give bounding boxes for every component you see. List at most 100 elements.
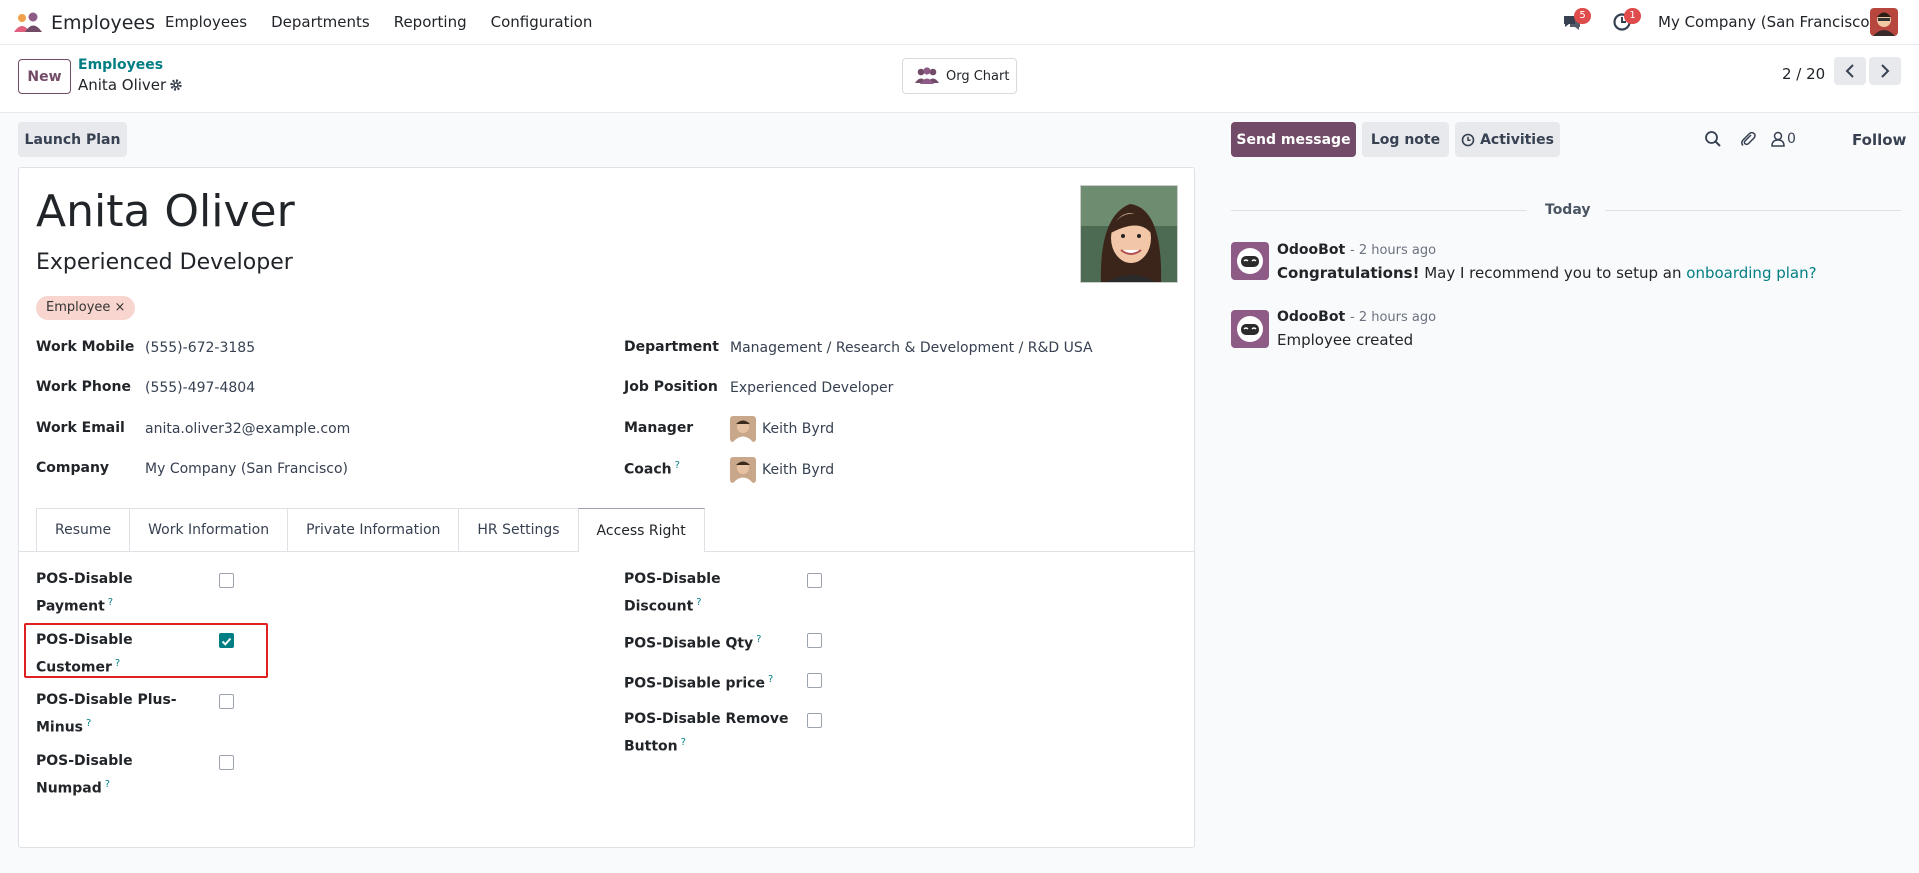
manager-avatar xyxy=(730,416,756,442)
work-phone-value[interactable]: (555)-497-4804 xyxy=(145,380,255,396)
help-icon[interactable]: ? xyxy=(105,779,110,790)
tab-work-information[interactable]: Work Information xyxy=(129,508,289,551)
activities-button[interactable]: Activities xyxy=(1455,122,1560,157)
help-icon[interactable]: ? xyxy=(86,718,91,729)
top-navbar: Employees Employees Departments Reportin… xyxy=(0,0,1919,45)
department-value[interactable]: Management / Research & Development / R&… xyxy=(730,340,1093,356)
message-body: Congratulations! May I recommend you to … xyxy=(1277,264,1817,282)
pos-disable-numpad-label: POS-Disable Numpad? xyxy=(36,753,133,797)
log-note-button[interactable]: Log note xyxy=(1362,122,1449,157)
follower-user-icon[interactable] xyxy=(1769,130,1787,148)
employee-tag[interactable]: Employee × xyxy=(36,296,136,320)
message-date: - 2 hours ago xyxy=(1350,243,1437,258)
people-icon xyxy=(915,67,939,84)
message-author[interactable]: OdooBot - 2 hours ago xyxy=(1277,242,1436,258)
tab-resume[interactable]: Resume xyxy=(36,508,131,551)
company-switcher[interactable]: My Company (San Francisco) xyxy=(1658,13,1875,31)
work-mobile-value[interactable]: (555)-672-3185 xyxy=(145,340,255,356)
onboarding-plan-link[interactable]: onboarding plan? xyxy=(1686,264,1816,282)
tab-private-information[interactable]: Private Information xyxy=(287,508,460,551)
breadcrumb-current: Anita Oliver xyxy=(78,76,167,94)
menu-departments[interactable]: Departments xyxy=(271,13,370,31)
tag-remove-icon[interactable]: × xyxy=(115,300,126,315)
job-position-label: Job Position xyxy=(624,379,718,395)
coach-value[interactable]: Keith Byrd xyxy=(762,462,834,478)
gear-icon[interactable] xyxy=(169,78,183,92)
pos-disable-qty-checkbox[interactable] xyxy=(807,633,822,648)
today-divider-left xyxy=(1231,210,1527,211)
employee-name[interactable]: Anita Oliver xyxy=(36,186,295,237)
help-icon[interactable]: ? xyxy=(681,737,686,748)
breadcrumb-employees[interactable]: Employees xyxy=(78,57,163,73)
tab-hr-settings[interactable]: HR Settings xyxy=(458,508,579,551)
chevron-left-icon xyxy=(1845,64,1854,78)
employee-photo[interactable] xyxy=(1080,185,1178,283)
company-label: Company xyxy=(36,460,110,476)
today-divider-right xyxy=(1605,210,1901,211)
menu-reporting[interactable]: Reporting xyxy=(394,13,467,31)
launch-plan-button[interactable]: Launch Plan xyxy=(18,122,127,157)
help-icon[interactable]: ? xyxy=(768,674,773,685)
message-date: - 2 hours ago xyxy=(1350,310,1437,325)
paperclip-icon[interactable] xyxy=(1739,130,1757,148)
odoobot-avatar[interactable] xyxy=(1231,310,1269,348)
manager-label: Manager xyxy=(624,420,694,436)
pos-disable-payment-checkbox[interactable] xyxy=(219,573,234,588)
pos-disable-discount-label: POS-Disable Discount? xyxy=(624,571,721,615)
coach-label: Coach? xyxy=(624,460,680,478)
tab-access-right[interactable]: Access Right xyxy=(577,508,705,552)
job-position-value[interactable]: Experienced Developer xyxy=(730,380,893,396)
coach-avatar xyxy=(730,457,756,483)
department-label: Department xyxy=(624,339,719,355)
user-avatar[interactable] xyxy=(1870,8,1898,36)
help-icon[interactable]: ? xyxy=(756,634,761,645)
send-message-button[interactable]: Send message xyxy=(1231,122,1356,157)
today-separator: Today xyxy=(1545,202,1591,218)
odoobot-avatar[interactable] xyxy=(1231,242,1269,280)
pos-disable-plus-minus-checkbox[interactable] xyxy=(219,694,234,709)
coach-help-icon[interactable]: ? xyxy=(675,460,680,471)
work-email-value[interactable]: anita.oliver32@example.com xyxy=(145,421,350,437)
employees-app-icon[interactable] xyxy=(13,12,43,34)
tag-label: Employee xyxy=(46,300,111,315)
form-tabs: Resume Work Information Private Informat… xyxy=(36,508,705,552)
new-button[interactable]: New xyxy=(18,59,71,94)
messages-icon[interactable]: 5 xyxy=(1562,8,1591,34)
pager-value[interactable]: 2 / 20 xyxy=(1782,65,1825,83)
app-name[interactable]: Employees xyxy=(51,12,155,34)
follow-button[interactable]: Follow xyxy=(1852,131,1906,149)
pos-disable-numpad-checkbox[interactable] xyxy=(219,755,234,770)
highlight-box xyxy=(24,623,268,678)
activities-badge: 1 xyxy=(1624,8,1641,24)
employee-form-sheet: Anita Oliver Experienced Developer Emplo… xyxy=(18,167,1195,848)
work-mobile-label: Work Mobile xyxy=(36,339,135,355)
chevron-right-icon xyxy=(1881,64,1890,78)
pos-disable-qty-label: POS-Disable Qty? xyxy=(624,634,762,652)
pager-previous-button[interactable] xyxy=(1834,57,1866,85)
message-body: Employee created xyxy=(1277,331,1414,349)
help-icon[interactable]: ? xyxy=(696,597,701,608)
help-icon[interactable]: ? xyxy=(108,597,113,608)
pos-disable-plus-minus-label: POS-Disable Plus- Minus? xyxy=(36,692,177,736)
employee-job-title[interactable]: Experienced Developer xyxy=(36,250,293,275)
work-email-label: Work Email xyxy=(36,420,125,436)
pos-disable-discount-checkbox[interactable] xyxy=(807,573,822,588)
manager-value[interactable]: Keith Byrd xyxy=(762,421,834,437)
menu-configuration[interactable]: Configuration xyxy=(491,13,593,31)
activities-clock-icon[interactable]: 1 xyxy=(1612,8,1641,34)
pos-disable-remove-button-checkbox[interactable] xyxy=(807,713,822,728)
message-author[interactable]: OdooBot - 2 hours ago xyxy=(1277,309,1436,325)
followers-count[interactable]: 0 xyxy=(1787,131,1796,147)
pos-disable-price-checkbox[interactable] xyxy=(807,673,822,688)
main-menu: Employees Departments Reporting Configur… xyxy=(165,13,616,31)
org-chart-button[interactable]: Org Chart xyxy=(902,58,1017,94)
pos-disable-payment-label: POS-Disable Payment? xyxy=(36,571,133,615)
company-value[interactable]: My Company (San Francisco) xyxy=(145,461,348,477)
menu-employees[interactable]: Employees xyxy=(165,13,247,31)
pager-next-button[interactable] xyxy=(1869,57,1901,85)
pos-disable-remove-button-label: POS-Disable Remove Button? xyxy=(624,711,789,755)
control-panel: New Employees Anita Oliver Org Chart 2 /… xyxy=(0,45,1919,113)
org-chart-label: Org Chart xyxy=(946,68,1010,84)
pos-disable-price-label: POS-Disable price? xyxy=(624,674,774,692)
search-icon[interactable] xyxy=(1704,130,1722,148)
